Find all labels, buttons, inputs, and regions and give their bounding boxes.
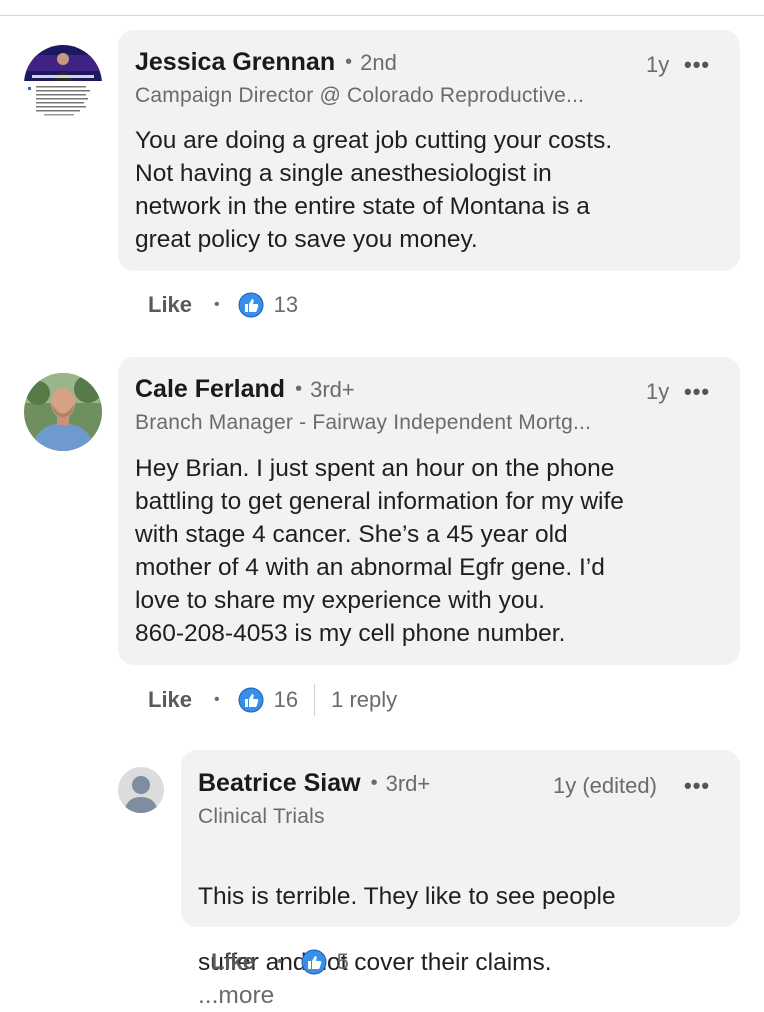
comment-time: 1y — [646, 52, 670, 77]
replier-headline: Clinical Trials — [198, 805, 325, 828]
separator-dot: • — [277, 953, 283, 970]
profile-photo — [24, 45, 102, 123]
like-button[interactable]: Like — [148, 687, 192, 713]
actions-divider — [314, 684, 316, 716]
commenter-headline: Campaign Director @ Colorado Reproductiv… — [135, 84, 585, 107]
connection-degree: 3rd+ — [385, 771, 431, 796]
profile-photo — [24, 373, 102, 451]
separator-dot: • — [345, 51, 353, 73]
like-button[interactable]: Like — [148, 292, 192, 318]
reply-actions: Like • 5 — [211, 949, 349, 975]
comment-text: You are doing a great job cutting your c… — [135, 127, 613, 253]
separator-dot: • — [214, 296, 220, 313]
thumbs-up-icon[interactable] — [238, 292, 264, 318]
replier-name[interactable]: Beatrice Siaw — [198, 769, 361, 798]
commenter-name[interactable]: Jessica Grennan — [135, 48, 335, 77]
comment-actions: Like • 13 — [148, 292, 298, 318]
thumbs-up-icon[interactable] — [301, 949, 327, 975]
reply-text-line: This is terrible. They like to see peopl… — [198, 883, 616, 910]
more-options-icon[interactable]: ••• — [684, 52, 710, 78]
commenter-name[interactable]: Cale Ferland — [135, 375, 285, 404]
see-more-link[interactable]: ...more — [198, 982, 274, 1009]
replies-link[interactable]: 1 reply — [331, 687, 397, 713]
thumbs-up-icon[interactable] — [238, 687, 264, 713]
like-button[interactable]: Like — [211, 949, 255, 975]
reaction-count[interactable]: 13 — [274, 292, 298, 318]
avatar-jessica[interactable] — [24, 45, 102, 123]
commenter-headline: Branch Manager - Fairway Independent Mor… — [135, 411, 592, 434]
more-options-icon[interactable]: ••• — [684, 379, 710, 405]
separator-dot: • — [295, 378, 303, 400]
comment-text: Hey Brian. I just spent an hour on the p… — [135, 455, 624, 647]
connection-degree: 2nd — [360, 50, 397, 75]
separator-dot: • — [370, 772, 378, 794]
avatar-beatrice[interactable] — [118, 767, 164, 813]
comment-actions: Like • 16 1 reply — [148, 684, 397, 716]
comment-header: Cale Ferland • 3rd+ — [135, 375, 355, 404]
reaction-count[interactable]: 16 — [274, 687, 298, 713]
comment-time: 1y — [646, 379, 670, 404]
reply-text: This is terrible. They like to see peopl… — [198, 847, 728, 1012]
reply-header: Beatrice Siaw • 3rd+ — [198, 769, 430, 798]
top-divider — [0, 15, 764, 16]
more-options-icon[interactable]: ••• — [684, 773, 710, 799]
comment-header: Jessica Grennan • 2nd — [135, 48, 397, 77]
reaction-count[interactable]: 5 — [337, 949, 349, 975]
connection-degree: 3rd+ — [310, 377, 355, 402]
reply-time: 1y (edited) — [553, 773, 657, 798]
avatar-cale[interactable] — [24, 373, 102, 451]
separator-dot: • — [214, 691, 220, 708]
default-avatar-icon — [118, 767, 164, 813]
